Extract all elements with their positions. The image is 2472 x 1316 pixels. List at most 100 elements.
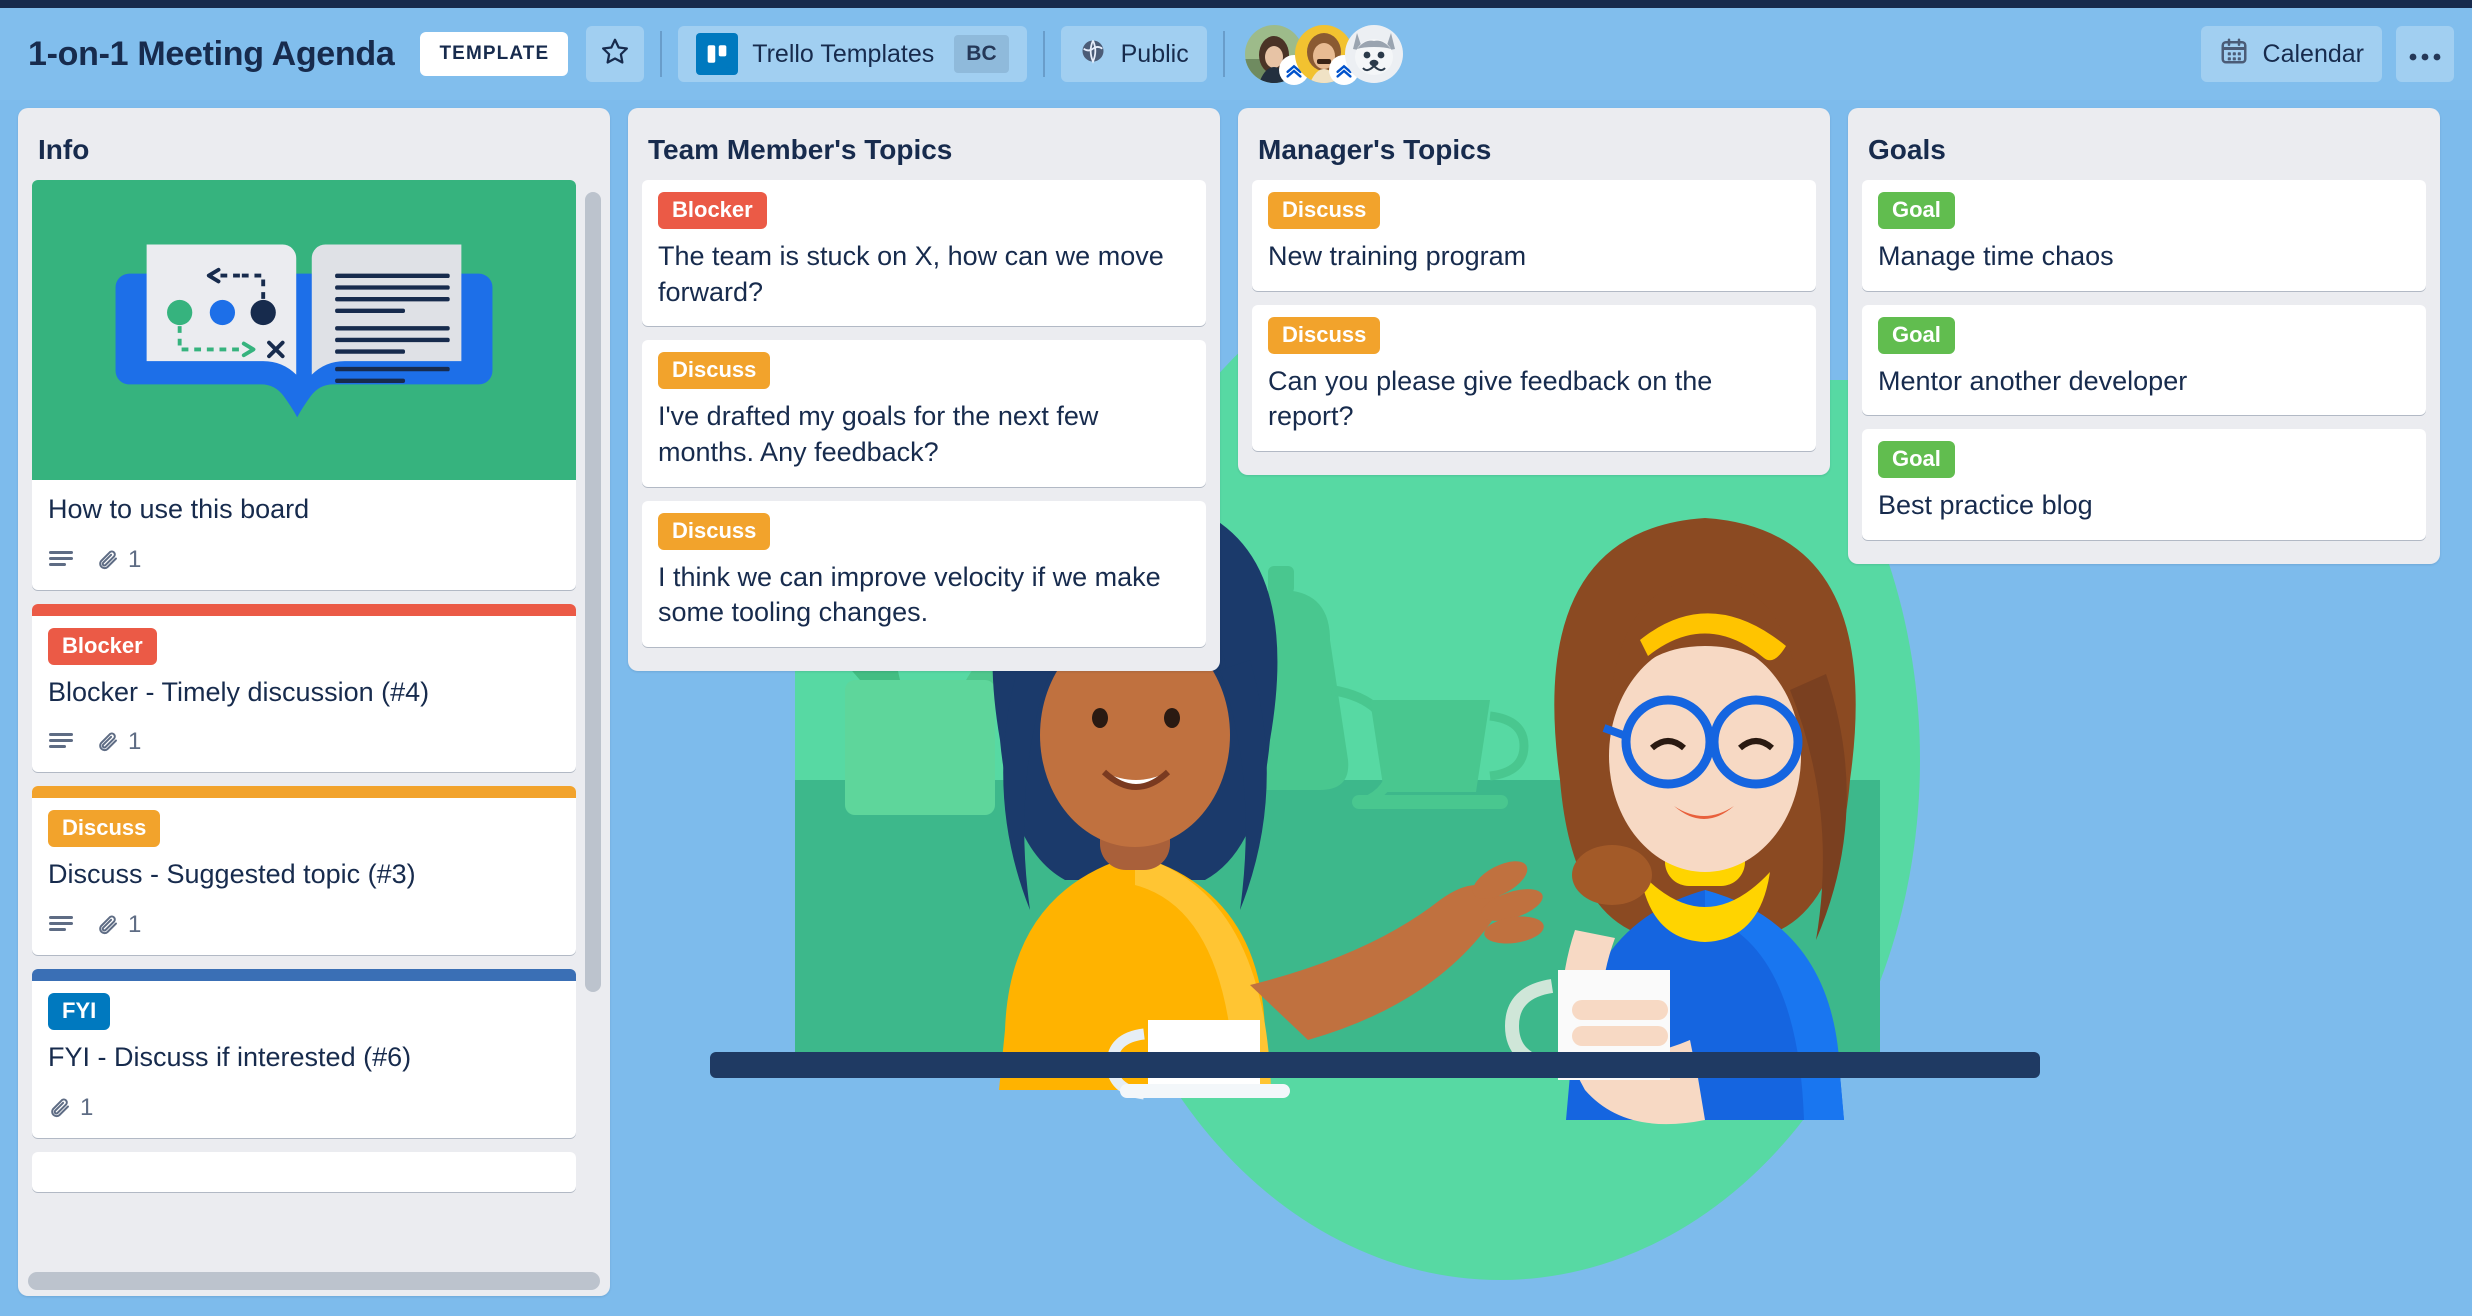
card-title: How to use this board [48,494,310,524]
label-fyi[interactable]: FYI [48,992,111,1030]
visibility-label: Public [1120,39,1189,68]
calendar-label: Calendar [2262,39,2364,68]
calendar-button[interactable]: Calendar [2200,26,2382,82]
card-body: Goal Manage time chaos [1862,180,2426,291]
card[interactable]: FYI FYI - Discuss if interested (#6) 1 [32,968,576,1138]
label-blocker[interactable]: Blocker [48,627,157,665]
card[interactable]: Discuss I've drafted my goals for the ne… [642,340,1206,487]
attachment-badge: 1 [48,1094,93,1122]
card-body [32,1152,576,1180]
card-body: Discuss I think we can improve velocity … [642,501,1206,647]
label-goal[interactable]: Goal [1878,192,1955,229]
label-discuss[interactable]: Discuss [658,512,771,550]
card-cover [32,180,576,480]
star-button[interactable] [586,26,645,82]
scrollbar-thumb[interactable] [585,192,601,992]
card-body: Goal Mentor another developer [1862,305,2426,416]
list-cards: Discuss New training program Discuss Can… [1238,180,1830,475]
card[interactable]: Discuss Discuss - Suggested topic (#3) 1 [32,786,576,955]
card-badges: 1 [48,728,560,756]
card[interactable]: Blocker Blocker - Timely discussion (#4) [32,603,576,773]
open-book-icon [115,244,493,418]
card-color-bar [32,786,576,799]
card[interactable]: Goal Manage time chaos [1862,180,2426,291]
attachment-count: 1 [128,545,142,573]
card[interactable]: Goal Mentor another developer [1862,304,2426,416]
attachment-count: 1 [128,910,142,938]
card-body: Goal Best practice blog [1862,429,2426,540]
card-badges: 1 [48,1094,560,1122]
workspace-name: Trello Templates [752,39,935,68]
list-title[interactable]: Goals [1848,116,2440,180]
list-cards: Goal Manage time chaos Goal Mentor anoth… [1848,180,2440,564]
more-menu-button[interactable] [2396,26,2454,82]
label-discuss[interactable]: Discuss [1268,192,1381,229]
card-partial[interactable] [32,1151,576,1192]
card[interactable]: Blocker The team is stuck on X, how can … [642,180,1206,327]
card-body: Discuss Can you please give feedback on … [1252,305,1816,451]
card-body: Blocker Blocker - Timely discussion (#4) [32,616,576,773]
card-badges: 1 [48,911,560,939]
board-lists-container[interactable]: Info How to use this board 1 Blocker Blo… [0,100,2472,1316]
template-badge: TEMPLATE [420,32,569,76]
card-title: Discuss - Suggested topic (#3) [48,859,416,890]
paperclip-icon [51,1098,69,1117]
list-cards: How to use this board 1 Blocker Blocker … [18,180,610,1216]
avatar-image-3-dog [1344,25,1403,83]
description-icon [49,915,73,931]
card-body: Discuss New training program [1252,180,1816,291]
workspace-initials: BC [954,35,1009,73]
member-avatars[interactable] [1244,25,1403,85]
list-cards: Blocker The team is stuck on X, how can … [628,180,1220,671]
label-goal[interactable]: Goal [1878,316,1955,354]
list-title[interactable]: Manager's Topics [1238,116,1830,180]
card-title: Manage time chaos [1878,241,2114,271]
card-body: Discuss Discuss - Suggested topic (#3) 1 [32,798,576,955]
list-team-member-topics[interactable]: Team Member's Topics Blocker The team is… [628,108,1220,671]
card[interactable]: Discuss New training program [1252,180,1816,291]
label-discuss[interactable]: Discuss [1268,316,1381,354]
star-icon [600,36,630,73]
list-manager-topics[interactable]: Manager's Topics Discuss New training pr… [1238,108,1830,475]
attachment-count: 1 [80,1093,94,1121]
card-body: Blocker The team is stuck on X, how can … [642,180,1206,326]
description-icon [49,550,73,566]
calendar-icon [2219,36,2249,73]
card-body: How to use this board 1 [32,480,576,590]
header-divider-2 [1042,31,1045,77]
paperclip-icon [99,732,117,752]
list-goals[interactable]: Goals Goal Manage time chaos Goal Mentor… [1848,108,2440,564]
list-cards-scroll-area[interactable]: How to use this board 1 Blocker Blocker … [18,180,610,1270]
card-title: Mentor another developer [1878,365,2188,396]
top-window-strip [0,0,2472,8]
list-info[interactable]: Info How to use this board 1 Blocker Blo… [18,108,610,1296]
card[interactable]: Discuss Can you please give feedback on … [1252,304,1816,451]
ellipsis-icon [2408,40,2442,69]
card[interactable]: Goal Best practice blog [1862,429,2426,540]
header-divider-3 [1222,31,1225,77]
paperclip-icon [99,915,117,934]
trello-logo-icon [696,33,739,75]
description-icon [49,733,73,749]
workspace-button[interactable]: Trello Templates BC [678,26,1027,82]
list-horizontal-scrollbar[interactable] [28,1272,600,1290]
globe-icon [1079,37,1107,72]
visibility-button[interactable]: Public [1060,26,1207,82]
list-title[interactable]: Info [18,116,610,180]
card[interactable]: Discuss I think we can improve velocity … [642,500,1206,647]
list-vertical-scrollbar[interactable] [585,186,601,1266]
label-discuss[interactable]: Discuss [48,810,161,848]
card-color-bar [32,603,576,616]
card-title: I've drafted my goals for the next few m… [658,401,1099,467]
card[interactable]: How to use this board 1 [32,180,576,590]
card-title: Best practice blog [1878,490,2093,521]
label-blocker[interactable]: Blocker [658,192,767,229]
description-badge [48,914,74,936]
label-discuss[interactable]: Discuss [658,352,771,390]
card-title: New training program [1268,241,1527,271]
list-title[interactable]: Team Member's Topics [628,116,1220,180]
attachment-badge: 1 [96,911,141,939]
description-badge [48,549,74,571]
avatar[interactable] [1344,25,1403,83]
label-goal[interactable]: Goal [1878,441,1955,479]
